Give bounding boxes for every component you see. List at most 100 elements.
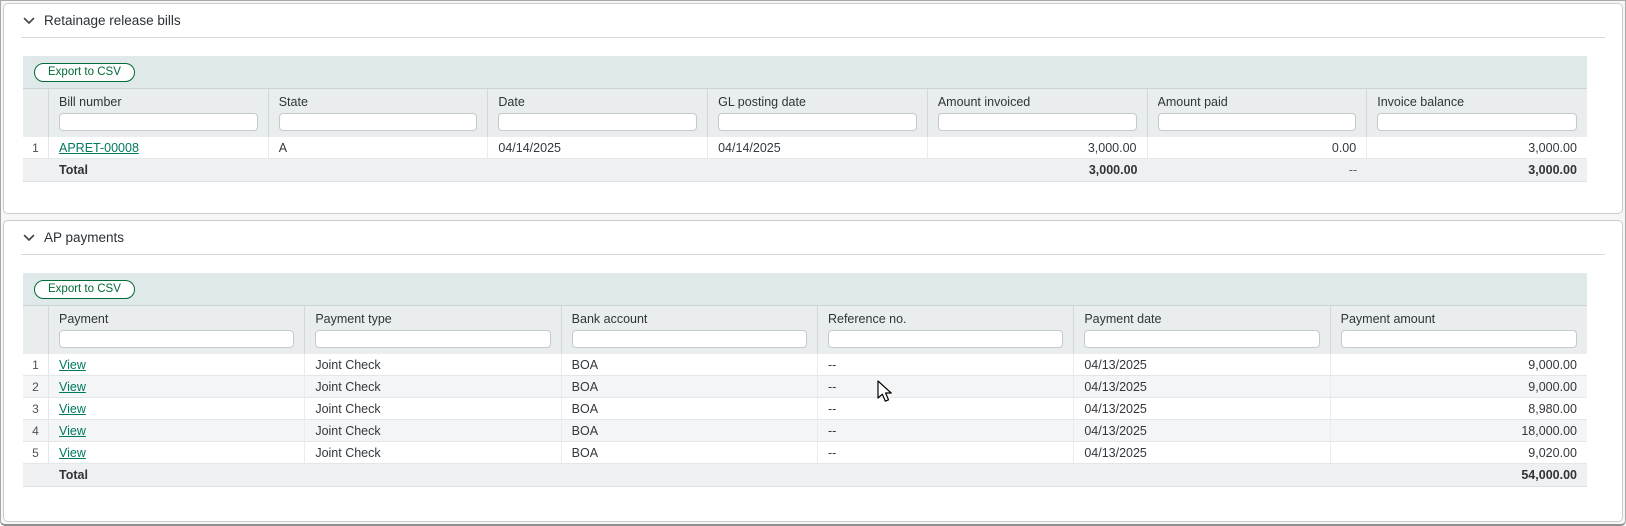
cell-payment-type: Joint Check: [305, 354, 561, 375]
column-label: Date: [498, 95, 697, 109]
cell-payment-type: Joint Check: [305, 398, 561, 419]
total-cell-payment-type: [305, 464, 561, 486]
row-number: 5: [23, 442, 49, 463]
table-row: 3ViewJoint CheckBOA--04/13/20258,980.00: [23, 398, 1587, 420]
cell-bank-account: BOA: [562, 354, 818, 375]
row-number: 1: [23, 137, 49, 158]
row-number: 4: [23, 420, 49, 441]
total-cell-amount-invoiced: 3,000.00: [928, 159, 1148, 181]
cell-reference-no: --: [818, 376, 1074, 397]
total-cell-date: [488, 159, 708, 181]
column-label: Invoice balance: [1377, 95, 1577, 109]
view-payment-link[interactable]: View: [59, 380, 86, 394]
view-payment-link[interactable]: View: [59, 402, 86, 416]
total-row: Total3,000.00--3,000.00: [23, 159, 1587, 182]
total-cell-reference-no: [818, 464, 1074, 486]
payment-amount-filter-input[interactable]: [1341, 330, 1577, 348]
payment-date-filter-input[interactable]: [1084, 330, 1319, 348]
column-label: GL posting date: [718, 95, 917, 109]
cell-payment-amount: 9,000.00: [1331, 376, 1587, 397]
amount-invoiced-filter-input[interactable]: [938, 113, 1137, 131]
column-header-payment-date: Payment date: [1074, 306, 1330, 354]
export-csv-button[interactable]: Export to CSV: [34, 63, 135, 82]
table-header-row: Bill numberStateDateGL posting dateAmoun…: [23, 88, 1587, 137]
payment-type-filter-input[interactable]: [315, 330, 550, 348]
column-header-invoice-balance: Invoice balance: [1367, 89, 1587, 137]
total-cell-bill-number: Total: [49, 159, 269, 181]
reference-no-filter-input[interactable]: [828, 330, 1063, 348]
cell-payment-date: 04/13/2025: [1074, 442, 1330, 463]
total-cell-payment-amount: 54,000.00: [1331, 464, 1587, 486]
cell-payment: View: [49, 420, 305, 441]
cell-amount-invoiced: 3,000.00: [928, 137, 1148, 158]
cell-payment: View: [49, 398, 305, 419]
cell-payment-amount: 8,980.00: [1331, 398, 1587, 419]
cell-reference-no: --: [818, 442, 1074, 463]
row-number-header-cell: [23, 306, 49, 354]
cell-bank-account: BOA: [562, 442, 818, 463]
amount-paid-filter-input[interactable]: [1158, 113, 1357, 131]
column-label: Payment date: [1084, 312, 1319, 326]
column-label: Payment: [59, 312, 294, 326]
bill-number-link[interactable]: APRET-00008: [59, 141, 139, 155]
total-row: Total54,000.00: [23, 464, 1587, 487]
cell-payment-amount: 9,000.00: [1331, 354, 1587, 375]
cell-state: A: [269, 137, 489, 158]
column-header-reference-no: Reference no.: [818, 306, 1074, 354]
total-cell-payment-date: [1074, 464, 1330, 486]
column-label: Reference no.: [828, 312, 1063, 326]
view-payment-link[interactable]: View: [59, 446, 86, 460]
cell-payment-type: Joint Check: [305, 376, 561, 397]
bill-number-filter-input[interactable]: [59, 113, 258, 131]
cell-payment-date: 04/13/2025: [1074, 376, 1330, 397]
table-toolbar: Export to CSV: [23, 273, 1587, 305]
table-row: 5ViewJoint CheckBOA--04/13/20259,020.00: [23, 442, 1587, 464]
cell-reference-no: --: [818, 420, 1074, 441]
view-payment-link[interactable]: View: [59, 358, 86, 372]
cell-reference-no: --: [818, 354, 1074, 375]
column-header-payment-amount: Payment amount: [1331, 306, 1587, 354]
export-csv-button[interactable]: Export to CSV: [34, 280, 135, 299]
total-cell-state: [269, 159, 489, 181]
row-number-header-cell: [23, 89, 49, 137]
gl-posting-date-filter-input[interactable]: [718, 113, 917, 131]
column-header-amount-paid: Amount paid: [1148, 89, 1368, 137]
column-header-amount-invoiced: Amount invoiced: [928, 89, 1148, 137]
invoice-balance-filter-input[interactable]: [1377, 113, 1577, 131]
section-header: Retainage release bills: [21, 4, 1605, 38]
section-header: AP payments: [21, 221, 1605, 255]
table-row: 4ViewJoint CheckBOA--04/13/202518,000.00: [23, 420, 1587, 442]
column-header-date: Date: [488, 89, 708, 137]
total-cell-gl-posting-date: [708, 159, 928, 181]
state-filter-input[interactable]: [279, 113, 478, 131]
section-title: AP payments: [44, 230, 124, 245]
payment-filter-input[interactable]: [59, 330, 294, 348]
view-payment-link[interactable]: View: [59, 424, 86, 438]
row-number: 3: [23, 398, 49, 419]
table-container: Export to CSV PaymentPayment typeBank ac…: [23, 273, 1587, 487]
row-number: 1: [23, 354, 49, 375]
cell-amount-paid: 0.00: [1148, 137, 1368, 158]
bank-account-filter-input[interactable]: [572, 330, 807, 348]
table-header-row: PaymentPayment typeBank accountReference…: [23, 305, 1587, 354]
table-row: 1APRET-00008A04/14/202504/14/20253,000.0…: [23, 137, 1587, 159]
cell-date: 04/14/2025: [488, 137, 708, 158]
ap-payments-table: PaymentPayment typeBank accountReference…: [23, 305, 1587, 487]
column-label: Bill number: [59, 95, 258, 109]
date-filter-input[interactable]: [498, 113, 697, 131]
cell-payment-date: 04/13/2025: [1074, 398, 1330, 419]
cell-payment-date: 04/13/2025: [1074, 420, 1330, 441]
cell-payment: View: [49, 376, 305, 397]
table-row: 1ViewJoint CheckBOA--04/13/20259,000.00: [23, 354, 1587, 376]
chevron-down-icon[interactable]: [23, 234, 35, 242]
cell-payment-amount: 18,000.00: [1331, 420, 1587, 441]
cell-bank-account: BOA: [562, 398, 818, 419]
section-ap-payments: AP payments Export to CSV PaymentPayment…: [3, 220, 1623, 522]
total-cell-bank-account: [562, 464, 818, 486]
column-label: Amount invoiced: [938, 95, 1137, 109]
cell-payment-amount: 9,020.00: [1331, 442, 1587, 463]
column-label: Bank account: [572, 312, 807, 326]
chevron-down-icon[interactable]: [23, 17, 35, 25]
retainage-release-bills-table: Bill numberStateDateGL posting dateAmoun…: [23, 88, 1587, 182]
total-cell-amount-paid: --: [1148, 159, 1368, 181]
